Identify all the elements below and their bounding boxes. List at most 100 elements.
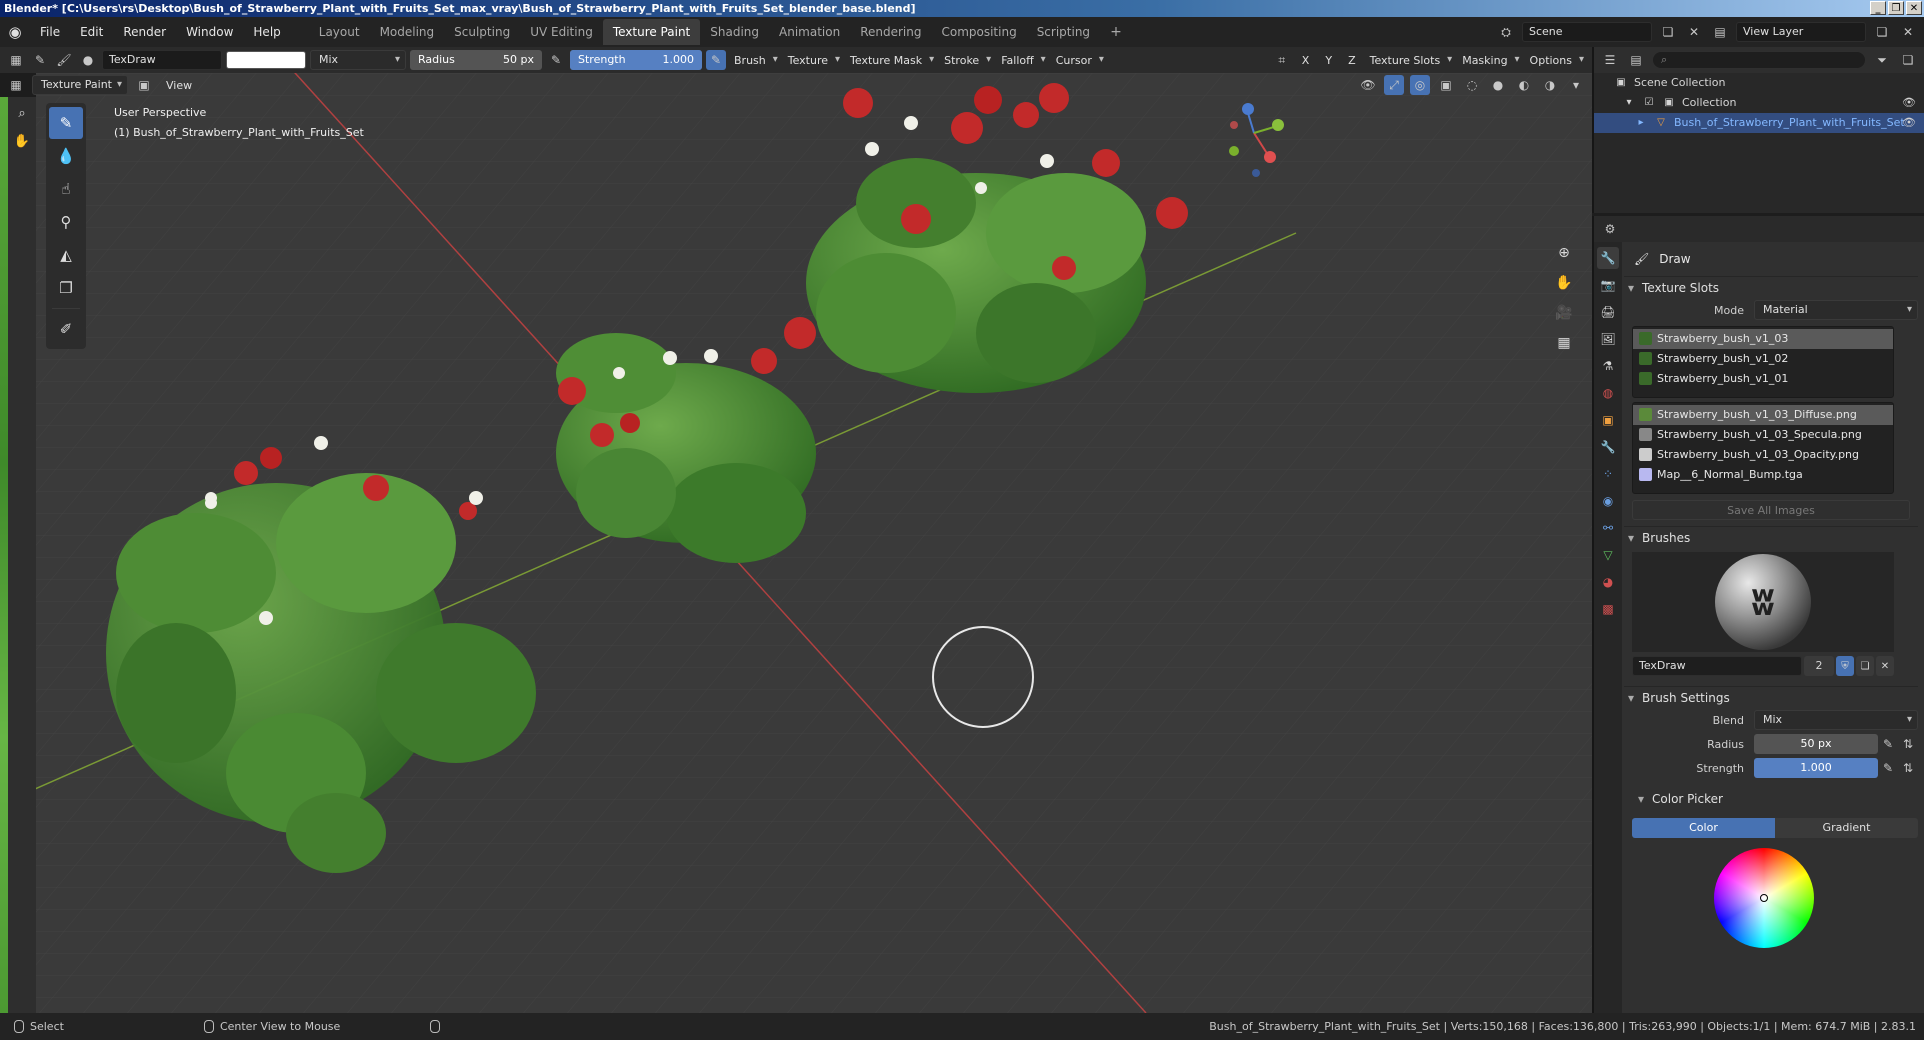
editor-type-viewport-icon[interactable]: ▦ (6, 75, 26, 95)
gizmo-toggle-icon[interactable]: ⤢ (1384, 75, 1404, 95)
render-tab-icon[interactable]: 📷 (1597, 274, 1619, 296)
fill-tool-button[interactable]: ◭ (49, 239, 83, 271)
radius-prop-slider[interactable]: 50 px (1754, 734, 1878, 754)
new-scene-icon[interactable]: ❏ (1658, 22, 1678, 42)
blend-mode-dropdown[interactable]: Mix (1754, 710, 1918, 730)
duplicate-brush-icon[interactable]: ❏ (1856, 656, 1874, 676)
menu-file[interactable]: File (30, 25, 70, 39)
outliner-row-object[interactable]: ▸ ▽ Bush_of_Strawberry_Plant_with_Fruits… (1594, 113, 1924, 133)
color-wheel[interactable] (1714, 848, 1814, 948)
list-item[interactable]: Strawberry_bush_v1_02 (1633, 349, 1893, 369)
smear-tool-button[interactable]: ☝ (49, 173, 83, 205)
radius-slider[interactable]: Radius 50 px (410, 50, 542, 70)
mode-dropdown[interactable]: Texture Paint (32, 75, 128, 95)
close-button[interactable]: ✕ (1906, 1, 1922, 15)
particles-tab-icon[interactable]: ⁘ (1597, 463, 1619, 485)
list-item[interactable]: Strawberry_bush_v1_03_Specula.png (1633, 425, 1893, 445)
data-tab-icon[interactable]: ▽ (1597, 544, 1619, 566)
add-workspace-button[interactable]: + (1100, 24, 1132, 40)
xray-toggle-icon[interactable]: ▣ (1436, 75, 1456, 95)
hand-icon[interactable]: ✋ (10, 129, 34, 153)
brush-icon[interactable]: 🖌 (54, 50, 74, 70)
stroke-menu[interactable]: Stroke (940, 54, 993, 67)
draw-tool-button[interactable]: ✎ (49, 107, 83, 139)
clone-tool-button[interactable]: ⚲ (49, 206, 83, 238)
expand-arrow-icon[interactable]: ▾ (1622, 96, 1636, 110)
tab-layout[interactable]: Layout (309, 19, 370, 45)
save-all-images-button[interactable]: Save All Images (1632, 500, 1910, 520)
texture-tab-icon[interactable]: ▩ (1597, 598, 1619, 620)
modifier-tab-icon[interactable]: 🔧 (1597, 436, 1619, 458)
unlink-brush-icon[interactable]: ✕ (1876, 656, 1894, 676)
outliner-row-collection[interactable]: ▾ ☑ ▣ Collection 👁 (1594, 93, 1924, 113)
shading-solid-icon[interactable]: ● (1488, 75, 1508, 95)
properties-editor-icon[interactable]: ⚙ (1600, 219, 1620, 239)
axis-z-toggle[interactable]: Z (1342, 54, 1362, 67)
zoom-icon[interactable]: ⌕ (10, 101, 34, 125)
display-mode-icon[interactable]: ▤ (1626, 50, 1646, 70)
view-layer-icon[interactable]: ▤ (1710, 22, 1730, 42)
view-layer-tab-icon[interactable]: 🖼 (1597, 328, 1619, 350)
blend-dropdown[interactable]: Mix (310, 50, 406, 70)
list-item[interactable]: Strawberry_bush_v1_03_Opacity.png (1633, 445, 1893, 465)
strength-slider[interactable]: Strength 1.000 (570, 50, 702, 70)
radius-unit-icon[interactable]: ⇅ (1898, 734, 1918, 754)
checkbox-icon[interactable]: ☑ (1642, 96, 1656, 110)
menu-window[interactable]: Window (176, 25, 243, 39)
world-tab-icon[interactable]: ◍ (1597, 382, 1619, 404)
minimize-button[interactable]: _ (1870, 1, 1886, 15)
fake-user-icon[interactable]: ⛨ (1836, 656, 1854, 676)
list-item[interactable]: Strawberry_bush_v1_03_Diffuse.png (1633, 405, 1893, 425)
constraints-tab-icon[interactable]: ⚯ (1597, 517, 1619, 539)
radius-pressure-toggle-icon[interactable]: ✎ (1878, 734, 1898, 754)
pan-view-icon[interactable]: ✋ (1552, 271, 1576, 295)
mask-tool-button[interactable]: ❐ (49, 272, 83, 304)
tab-rendering[interactable]: Rendering (850, 19, 931, 45)
outliner-row-scene-collection[interactable]: ▣ Scene Collection (1594, 73, 1924, 93)
outliner-search-input[interactable]: ⌕ (1652, 51, 1866, 69)
masking-menu[interactable]: Masking (1458, 54, 1521, 67)
view-menu[interactable]: View (160, 79, 198, 92)
grid-view-icon[interactable]: ▦ (1552, 331, 1576, 355)
brush-name-field[interactable]: TexDraw (102, 50, 222, 70)
tab-modeling[interactable]: Modeling (370, 19, 445, 45)
color-tab[interactable]: Color (1632, 818, 1775, 838)
outliner-editor-icon[interactable]: ☰ (1600, 50, 1620, 70)
strength-pressure-toggle-icon[interactable]: ✎ (1878, 758, 1898, 778)
brush-menu[interactable]: Brush (730, 54, 780, 67)
camera-view-icon[interactable]: 🎥 (1552, 301, 1576, 325)
gradient-tab[interactable]: Gradient (1775, 818, 1918, 838)
texture-menu[interactable]: Texture (784, 54, 842, 67)
annotate-tool-button[interactable]: ✐ (49, 313, 83, 345)
overlay-toggle-icon[interactable]: ◎ (1410, 75, 1430, 95)
shading-wireframe-icon[interactable]: ◌ (1462, 75, 1482, 95)
output-tab-icon[interactable]: 🖨 (1597, 301, 1619, 323)
brushes-panel-title[interactable]: Brushes (1624, 526, 1918, 548)
color-picker-panel-title[interactable]: Color Picker (1624, 788, 1918, 810)
editor-type-icon[interactable]: ▦ (6, 50, 26, 70)
shading-material-icon[interactable]: ◐ (1514, 75, 1534, 95)
visibility-icon[interactable]: 👁 (1358, 75, 1378, 95)
3d-viewport[interactable]: User Perspective (1) Bush_of_Strawberry_… (36, 73, 1592, 1013)
axis-y-toggle[interactable]: Y (1319, 54, 1338, 67)
object-tab-icon[interactable]: ▣ (1597, 409, 1619, 431)
zoom-view-icon[interactable]: ⊕ (1552, 241, 1576, 265)
tab-animation[interactable]: Animation (769, 19, 850, 45)
shading-options-icon[interactable]: ▾ (1566, 75, 1586, 95)
menu-render[interactable]: Render (113, 25, 176, 39)
physics-tab-icon[interactable]: ◉ (1597, 490, 1619, 512)
texture-mask-menu[interactable]: Texture Mask (846, 54, 936, 67)
material-tab-icon[interactable]: ◕ (1597, 571, 1619, 593)
shading-rendered-icon[interactable]: ◑ (1540, 75, 1560, 95)
menu-help[interactable]: Help (243, 25, 290, 39)
list-item[interactable]: Strawberry_bush_v1_03 (1633, 329, 1893, 349)
maximize-button[interactable]: ❐ (1888, 1, 1904, 15)
expand-arrow-icon[interactable]: ▸ (1634, 116, 1648, 130)
tab-compositing[interactable]: Compositing (931, 19, 1026, 45)
symmetry-icon[interactable]: ⌗ (1272, 50, 1292, 70)
brush-name-input[interactable]: TexDraw (1632, 656, 1802, 676)
tool-icon[interactable]: ✎ (30, 50, 50, 70)
eye-icon[interactable]: 👁 (1902, 113, 1916, 133)
scene-field[interactable]: Scene (1522, 22, 1652, 42)
menu-edit[interactable]: Edit (70, 25, 113, 39)
